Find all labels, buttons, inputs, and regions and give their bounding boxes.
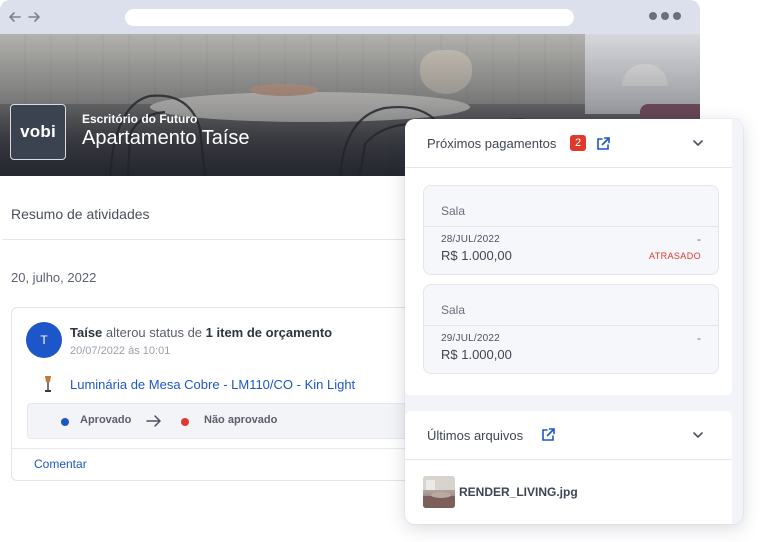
activity-date: 20, julho, 2022: [11, 270, 97, 285]
file-name: RENDER_LIVING.jpg: [459, 485, 578, 499]
activity-action: alterou status de: [105, 325, 203, 340]
payment-extra: -: [697, 331, 701, 345]
company-logo: vobi: [10, 104, 66, 160]
file-item[interactable]: RENDER_LIVING.jpg: [423, 476, 723, 508]
recent-files-section: Últimos arquivos RENDER_LIVING.jpg: [405, 411, 732, 524]
budget-item-link[interactable]: Luminária de Mesa Cobre - LM110/CO - Kin…: [70, 377, 355, 392]
chevron-down-icon[interactable]: [692, 429, 704, 441]
address-bar[interactable]: [125, 9, 574, 26]
activity-card: T Taíse alterou status de 1 item de orça…: [11, 307, 432, 481]
payment-card-header: Sala: [424, 285, 718, 326]
back-arrow-icon[interactable]: [8, 10, 22, 24]
payment-extra: -: [697, 232, 701, 246]
chevron-down-icon[interactable]: [692, 137, 704, 149]
arrow-right-icon: [146, 415, 161, 427]
payment-name: Sala: [441, 204, 466, 218]
payment-amount: R$ 1.000,00: [441, 248, 512, 263]
payment-status-badge: ATRASADO: [648, 251, 701, 261]
file-thumbnail: [423, 476, 455, 508]
payment-amount: R$ 1.000,00: [441, 347, 512, 362]
company-name: Escritório do Futuro: [82, 112, 198, 126]
payment-card[interactable]: Sala 28/JUL/2022 R$ 1.000,00 - ATRASADO: [423, 185, 719, 275]
payments-header[interactable]: Próximos pagamentos 2: [405, 119, 732, 168]
status-dot-not-approved: [181, 418, 189, 426]
external-link-icon[interactable]: [596, 136, 611, 151]
activity-user: Taíse: [70, 325, 103, 340]
files-title: Últimos arquivos: [427, 428, 524, 443]
status-from: Aprovado: [80, 414, 132, 426]
divider: [2, 239, 412, 240]
activity-object: 1 item de orçamento: [205, 325, 333, 340]
status-change: Aprovado Não aprovado: [27, 403, 432, 439]
status-dot-approved: [61, 418, 69, 426]
payment-name: Sala: [441, 303, 466, 317]
lamp-icon: [45, 376, 51, 392]
menu-dot: [673, 12, 681, 20]
external-link-icon[interactable]: [541, 427, 556, 442]
browser-menu-icon[interactable]: [649, 12, 681, 20]
side-panel: Próximos pagamentos 2 Sala 28/JUL/2022 R…: [405, 119, 743, 524]
activity-description: Taíse alterou status de 1 item de orçame…: [70, 325, 332, 340]
payment-card[interactable]: Sala 29/JUL/2022 R$ 1.000,00 -: [423, 284, 719, 374]
status-to: Não aprovado: [204, 414, 278, 426]
menu-dot: [649, 12, 657, 20]
payment-card-header: Sala: [424, 186, 718, 227]
payment-date: 28/JUL/2022: [441, 234, 500, 245]
comment-button[interactable]: Comentar: [34, 457, 87, 471]
activity-timestamp: 20/07/2022 às 10:01: [70, 345, 171, 357]
menu-dot: [661, 12, 669, 20]
activity-summary-title: Resumo de atividades: [11, 206, 150, 222]
upcoming-payments-section: Próximos pagamentos 2 Sala 28/JUL/2022 R…: [405, 119, 732, 395]
payment-date: 29/JUL/2022: [441, 333, 500, 344]
payments-title: Próximos pagamentos: [427, 136, 557, 151]
browser-toolbar: [0, 0, 700, 34]
payments-count-badge: 2: [570, 135, 586, 151]
forward-arrow-icon[interactable]: [27, 10, 41, 24]
image-thumbnail-icon: [423, 476, 455, 508]
files-header[interactable]: Últimos arquivos: [405, 411, 732, 460]
divider: [12, 448, 432, 449]
avatar: T: [26, 322, 62, 358]
project-title: Apartamento Taíse: [82, 127, 250, 149]
